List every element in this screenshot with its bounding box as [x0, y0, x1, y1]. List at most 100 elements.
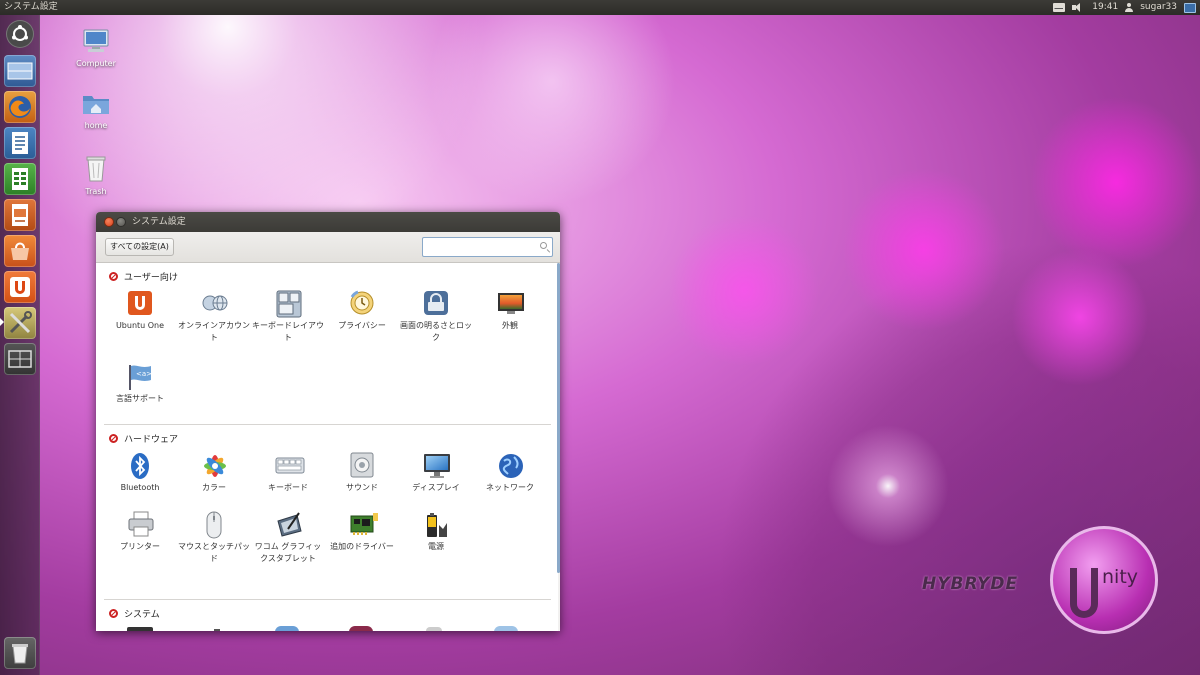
item-label: Bluetooth	[120, 483, 160, 492]
calc-icon[interactable]	[4, 163, 36, 195]
item-label: ワコム グラフィックスタブレット	[254, 542, 322, 563]
keyboard-icon	[275, 452, 305, 478]
color-icon	[201, 452, 227, 478]
trash-can-icon	[66, 154, 126, 184]
item-label: キーボードレイアウト	[252, 321, 324, 342]
system-item-icon	[127, 627, 153, 631]
section-system: システム	[109, 607, 160, 620]
item-language-support[interactable]: <a> 言語サポート	[103, 363, 177, 405]
item-keyboard[interactable]: キーボード	[251, 452, 325, 494]
window-titlebar[interactable]: システム設定	[96, 212, 560, 232]
indicator-area: 19:41 sugar33	[1053, 0, 1196, 15]
system-item-icon	[214, 629, 220, 631]
desktop-icon-label: Computer	[76, 59, 116, 68]
power-icon	[423, 511, 449, 537]
item-printer[interactable]: プリンター	[103, 511, 177, 553]
item-label: ネットワーク	[486, 483, 534, 492]
item-brightness-lock[interactable]: 画面の明るさとロック	[399, 290, 473, 344]
search-icon	[540, 242, 547, 249]
section-title: ユーザー向け	[124, 273, 178, 283]
mouse-icon	[201, 511, 227, 539]
settings-content: ユーザー向け Ubuntu One オンラインアカウント キーボードレイアウト …	[96, 263, 558, 631]
item-wacom-tablet[interactable]: ワコム グラフィックスタブレット	[251, 511, 325, 565]
item-additional-drivers[interactable]: 追加のドライバー	[325, 511, 399, 553]
wallpaper-logo: HYBRYDE nity	[922, 526, 1162, 646]
user-name[interactable]: sugar33	[1140, 0, 1177, 15]
minimize-icon[interactable]	[116, 217, 126, 227]
drivers-icon	[349, 511, 378, 537]
system-item-icon	[494, 626, 518, 631]
desktop-icon-computer[interactable]: Computer	[66, 28, 126, 68]
section-icon	[109, 272, 118, 281]
dash-home-icon[interactable]	[6, 20, 34, 48]
language-support-icon: <a>	[127, 363, 153, 390]
section-icon	[109, 609, 118, 618]
window-toolbar: すべての設定(A)	[96, 232, 560, 263]
clock[interactable]: 19:41	[1092, 0, 1118, 15]
system-settings-window: システム設定 すべての設定(A) ユーザー向け Ubuntu One オンライン…	[96, 212, 560, 631]
item-label: ディスプレイ	[412, 483, 460, 492]
section-icon	[109, 434, 118, 443]
display-icon	[423, 452, 450, 478]
item-keyboard-layout[interactable]: キーボードレイアウト	[251, 290, 325, 344]
item-ubuntu-one[interactable]: Ubuntu One	[103, 290, 177, 332]
workspaces-icon[interactable]	[4, 343, 36, 375]
mail-icon[interactable]	[1053, 3, 1066, 12]
printer-icon	[127, 511, 154, 537]
software-center-icon[interactable]	[4, 235, 36, 267]
item-online-accounts[interactable]: オンラインアカウント	[177, 290, 251, 344]
search-input[interactable]	[422, 237, 553, 257]
item-label: 電源	[428, 542, 444, 551]
item-label: 外観	[502, 321, 518, 330]
item-color[interactable]: カラー	[177, 452, 251, 494]
system-item-icons-partial	[96, 625, 558, 631]
system-item-icon	[426, 627, 442, 631]
desktop-icon-home[interactable]: home	[66, 92, 126, 130]
keyboard-layout-icon	[275, 290, 302, 318]
brightness-lock-icon	[423, 290, 449, 316]
logo-nity-text: nity	[1102, 566, 1139, 588]
section-title: ハードウェア	[124, 435, 179, 445]
item-power[interactable]: 電源	[399, 511, 473, 553]
logo-u-letter	[1070, 568, 1098, 618]
impress-icon[interactable]	[4, 199, 36, 231]
desktop-icon-trash[interactable]: Trash	[66, 154, 126, 196]
workspace-switcher-icon[interactable]	[4, 55, 36, 87]
privacy-icon	[349, 290, 375, 316]
ubuntu-one-icon	[127, 290, 153, 316]
item-network[interactable]: ネットワーク	[473, 452, 547, 494]
network-icon	[497, 452, 523, 478]
ubuntu-one-icon[interactable]	[4, 271, 36, 303]
item-mouse[interactable]: マウスとタッチパッド	[177, 511, 251, 565]
item-label: サウンド	[346, 483, 378, 492]
trash-icon[interactable]	[4, 637, 36, 669]
item-sound[interactable]: サウンド	[325, 452, 399, 494]
item-label: 画面の明るさとロック	[400, 321, 472, 342]
bluetooth-icon	[127, 452, 153, 479]
close-icon[interactable]	[104, 217, 114, 227]
volume-icon[interactable]	[1072, 3, 1085, 12]
system-item-icon	[275, 626, 299, 631]
user-icon[interactable]	[1125, 3, 1134, 12]
window-title: システム設定	[132, 217, 186, 227]
firefox-icon[interactable]	[4, 91, 36, 123]
online-accounts-icon	[201, 290, 228, 316]
item-appearance[interactable]: 外観	[473, 290, 547, 332]
item-privacy[interactable]: プライバシー	[325, 290, 399, 332]
session-icon[interactable]	[1184, 2, 1196, 13]
sound-icon	[349, 452, 375, 478]
item-label: マウスとタッチパッド	[178, 542, 250, 563]
scrollbar[interactable]	[557, 263, 560, 573]
all-settings-button[interactable]: すべての設定(A)	[105, 238, 174, 256]
section-separator	[104, 424, 551, 425]
item-label: 言語サポート	[116, 394, 164, 403]
svg-text:<a>: <a>	[136, 370, 152, 378]
item-label: プリンター	[120, 542, 160, 551]
desktop-icon-label: home	[84, 121, 108, 130]
system-settings-icon[interactable]	[4, 307, 36, 339]
section-separator	[104, 599, 551, 600]
writer-icon[interactable]	[4, 127, 36, 159]
section-personal: ユーザー向け	[109, 270, 178, 283]
item-bluetooth[interactable]: Bluetooth	[103, 452, 177, 494]
item-display[interactable]: ディスプレイ	[399, 452, 473, 494]
